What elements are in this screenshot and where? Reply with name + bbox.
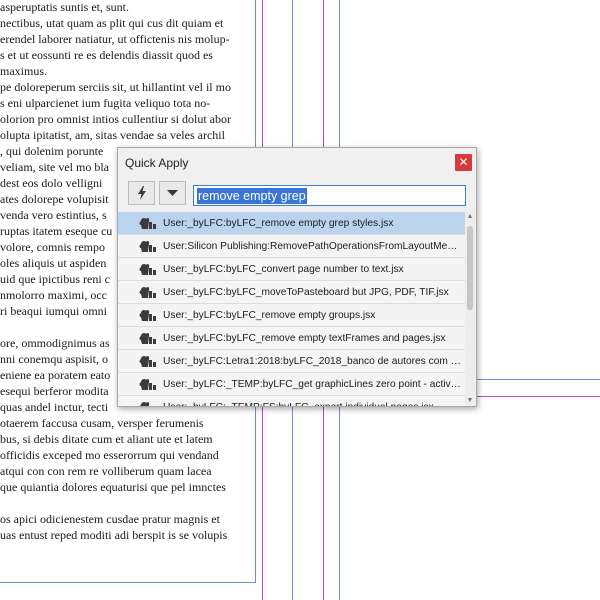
text-frame-border-bottom	[0, 582, 256, 583]
apply-button[interactable]	[128, 181, 155, 205]
text-line: , qui dolenim porunte	[0, 144, 104, 158]
text-line: oles aliquis ut aspiden	[0, 256, 107, 270]
text-line: erendel laborer natiatur, ut offictenis …	[0, 32, 230, 46]
text-line: s eni ulparcienet ium fugita veliquo tot…	[0, 96, 211, 110]
text-line: dest eos dolo velligni	[0, 176, 103, 190]
text-line: ruptas itatem eseque cu	[0, 224, 113, 238]
text-line: ates dolorepe volupisit	[0, 192, 109, 206]
list-item[interactable]: User:_byLFC:Letra1:2018:byLFC_2018_banco…	[118, 350, 466, 373]
results-list: User:_byLFC:byLFC_remove empty grep styl…	[118, 212, 466, 406]
text-line: quas andel inctur, tecti	[0, 400, 109, 414]
list-item[interactable]: User:_byLFC:_TEMP:FS:byLFC_export indivi…	[118, 396, 466, 406]
script-icon	[139, 262, 157, 276]
text-line: nni conemqu aspisit, o	[0, 352, 108, 366]
panel-title: Quick Apply	[125, 156, 189, 170]
text-line: uid que ipictibus reni c	[0, 272, 110, 286]
text-line: olorion pro omnist intios cullentiur si …	[0, 112, 231, 126]
list-item[interactable]: User:Silicon Publishing:RemovePathOperat…	[118, 235, 466, 258]
filter-dropdown-button[interactable]	[159, 181, 186, 205]
text-line: atqui con con rem re volliberum quam lac…	[0, 464, 212, 478]
script-icon	[139, 354, 157, 368]
list-item-label: User:_byLFC:Letra1:2018:byLFC_2018_banco…	[163, 355, 463, 367]
text-line: bus, si debis ditate cum et aliant ute e…	[0, 432, 213, 446]
list-item[interactable]: User:_byLFC:byLFC_convert page number to…	[118, 258, 466, 281]
text-line: nmolorro maximi, occ	[0, 288, 107, 302]
text-line: asperuptatis suntis et, sunt.	[0, 0, 129, 14]
script-icon	[139, 239, 157, 253]
quick-apply-panel: Quick Apply ✕ remove empty grep User:_by…	[117, 147, 477, 407]
text-line: uas entust reped moditi adi berspit is s…	[0, 528, 228, 542]
lightning-icon	[137, 186, 146, 200]
list-item-label: User:_byLFC:byLFC_convert page number to…	[163, 263, 404, 275]
chevron-down-icon	[167, 189, 178, 196]
list-item-label: User:_byLFC:byLFC_moveToPasteboard but J…	[163, 286, 449, 298]
text-line: veliam, site vel mo bla	[0, 160, 109, 174]
text-line: eniene ea poratem eato	[0, 368, 111, 382]
close-button[interactable]: ✕	[455, 154, 472, 171]
list-item[interactable]: User:_byLFC:byLFC_moveToPasteboard but J…	[118, 281, 466, 304]
scrollbar[interactable]: ▲ ▼	[465, 212, 475, 406]
list-item-label: User:_byLFC:byLFC_remove empty groups.js…	[163, 309, 376, 321]
text-line: officidis exceped mo esserorrum qui vend…	[0, 448, 219, 462]
list-item-label: User:_byLFC:byLFC_remove empty textFrame…	[163, 332, 446, 344]
list-item-label: User:Silicon Publishing:RemovePathOperat…	[163, 240, 463, 252]
text-line: ore, ommodignimus as	[0, 336, 110, 350]
script-icon	[139, 285, 157, 299]
search-selected-text: remove empty grep	[197, 188, 307, 204]
script-icon	[139, 400, 157, 406]
scrollbar-thumb[interactable]	[467, 226, 473, 310]
text-line: olupta ipitatist, am, sitas vendae sa ve…	[0, 128, 225, 142]
text-line: venda vero estintius, s	[0, 208, 107, 222]
script-icon	[139, 216, 157, 230]
script-icon	[139, 331, 157, 345]
script-icon	[139, 377, 157, 391]
list-item[interactable]: User:_byLFC:byLFC_remove empty textFrame…	[118, 327, 466, 350]
close-icon: ✕	[458, 155, 469, 169]
scroll-up-icon[interactable]: ▲	[465, 212, 475, 222]
text-line: s et ut eossunti re es delendis diassit …	[0, 48, 213, 62]
list-item-label: User:_byLFC:byLFC_remove empty grep styl…	[163, 217, 394, 229]
text-line: otaerem faccusa cusam, versper ferumenis	[0, 416, 204, 430]
list-item-label: User:_byLFC:_TEMP:byLFC_get graphicLines…	[163, 378, 463, 390]
text-line: volore, comnis rempo	[0, 240, 105, 254]
search-input[interactable]: remove empty grep	[193, 185, 466, 206]
list-item[interactable]: User:_byLFC:_TEMP:byLFC_get graphicLines…	[118, 373, 466, 396]
text-line: maximus.	[0, 64, 47, 78]
text-line: nectibus, utat quam as plit qui cus dit …	[0, 16, 224, 30]
list-item[interactable]: User:_byLFC:byLFC_remove empty grep styl…	[118, 212, 466, 235]
text-line: os apici odicienestem cusdae pratur magn…	[0, 512, 220, 526]
scroll-down-icon[interactable]: ▼	[465, 396, 475, 406]
script-icon	[139, 308, 157, 322]
text-line: pe doloreperum serciis sit, ut hillantin…	[0, 80, 231, 94]
text-line: ri beaqui iumqui omni	[0, 304, 107, 318]
text-line: esequi berferor modita	[0, 384, 109, 398]
list-item-label: User:_byLFC:_TEMP:FS:byLFC_export indivi…	[163, 402, 463, 407]
list-item[interactable]: User:_byLFC:byLFC_remove empty groups.js…	[118, 304, 466, 327]
text-line: que quiantia dolores equaturisi que pel …	[0, 480, 226, 494]
